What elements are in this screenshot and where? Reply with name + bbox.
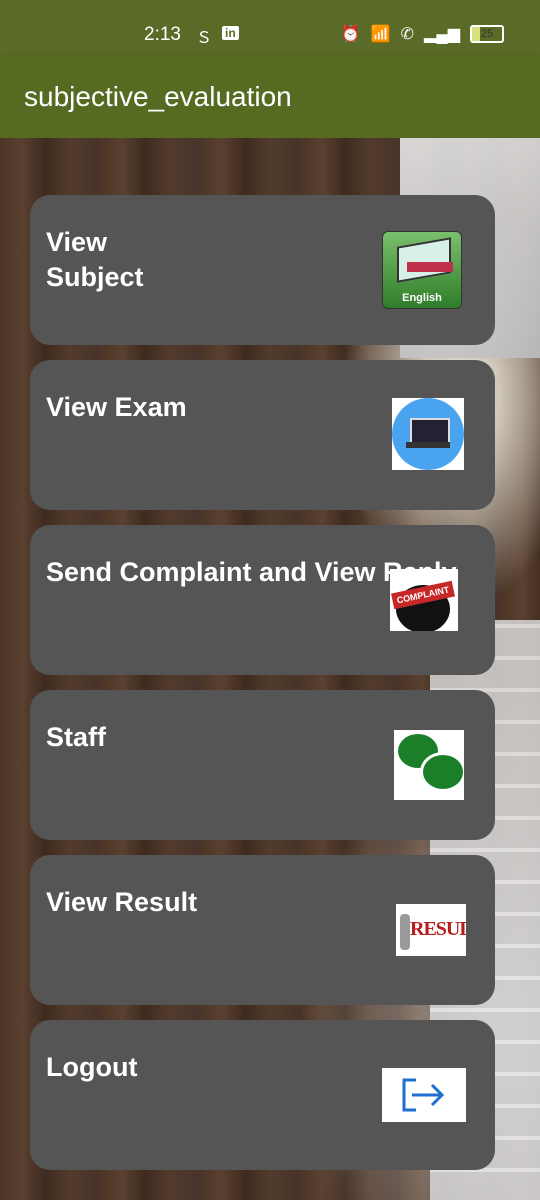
complaint-stamp-icon: COMPLAINT (390, 569, 458, 631)
app-bar: subjective_evaluation (0, 55, 540, 138)
wifi-icon: 📶 (370, 26, 391, 43)
linkedin-icon: in (222, 26, 239, 40)
signal-icon: ▂▄▆ (424, 26, 460, 43)
sim-s-icon: Ｓ (196, 30, 213, 47)
status-time: 2:13 (144, 24, 181, 45)
app-title: subjective_evaluation (24, 81, 292, 112)
menu-item-view-result[interactable]: View Result RESULTS (30, 855, 495, 1005)
chat-bubbles-icon (394, 730, 464, 800)
battery-icon: 25 (470, 25, 504, 43)
battery-level: 25 (480, 28, 494, 40)
english-book-icon: English (382, 231, 462, 309)
call-icon: ✆ (400, 26, 415, 43)
english-caption: English (402, 292, 442, 304)
laptop-exam-icon (392, 398, 464, 470)
status-right-icons: ⏰ 📶 ✆ ▂▄▆ 25 (341, 24, 504, 44)
alarm-icon: ⏰ (340, 26, 361, 43)
results-caption: RESULTS (410, 918, 466, 940)
menu-item-logout[interactable]: Logout (30, 1020, 495, 1170)
menu-item-send-complaint[interactable]: Send Complaint and View Reply COMPLAINT (30, 525, 495, 675)
menu-item-view-subject[interactable]: View Subject English (30, 195, 495, 345)
menu-item-view-exam[interactable]: View Exam (30, 360, 495, 510)
logout-icon (382, 1068, 466, 1122)
status-bar: 2:13 Ｓ in ⏰ 📶 ✆ ▂▄▆ 25 (0, 0, 540, 55)
menu-item-staff[interactable]: Staff (30, 690, 495, 840)
results-icon: RESULTS (396, 904, 466, 956)
